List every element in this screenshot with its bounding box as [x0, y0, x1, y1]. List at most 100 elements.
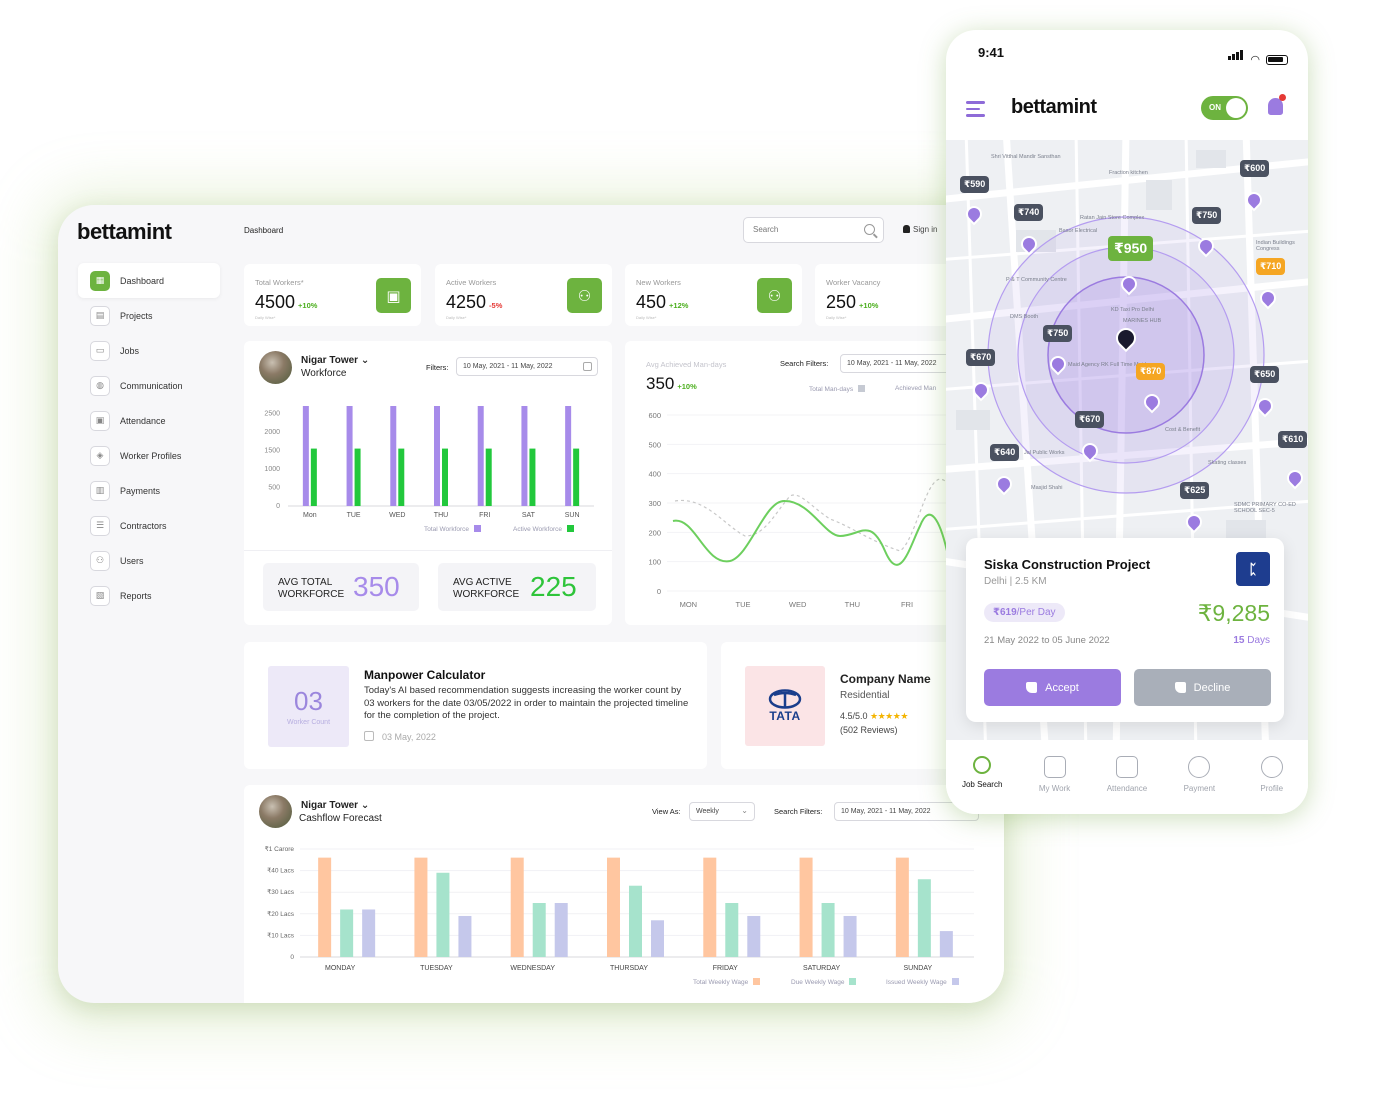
stat-label: Worker Vacancy [826, 278, 881, 287]
map-price-tag[interactable]: ₹740 [1014, 204, 1044, 221]
profile-icon [1260, 756, 1283, 778]
map-price-tag[interactable]: ₹625 [1180, 482, 1210, 499]
bar-2 [747, 915, 761, 957]
x-tick-label: WED [789, 600, 807, 609]
sidebar-item-attendance[interactable]: ▣ Attendance [78, 403, 220, 438]
job-date-range: 21 May 2022 to 05 June 2022 [984, 635, 1110, 646]
divider [244, 550, 612, 551]
map-price-tag[interactable]: ₹670 [1075, 411, 1105, 428]
project-selector[interactable]: Nigar Tower ⌄ [301, 800, 369, 811]
breadcrumb[interactable]: Dashboard [244, 226, 283, 235]
sidebar-item-dashboard[interactable]: ▦ Dashboard [78, 263, 220, 298]
avg-total-label: AVG TOTAL WORKFORCE [278, 577, 345, 600]
job-card[interactable]: Siska Construction Project Delhi | 2.5 K… [966, 538, 1284, 722]
bar-0 [414, 857, 428, 957]
chevron-down-icon: ⌄ [360, 800, 370, 811]
availability-toggle[interactable]: ON [1201, 96, 1248, 120]
sidebar-item-users[interactable]: ⚇ Users [78, 543, 220, 578]
view-as-select[interactable]: Weekly ⌄ [689, 802, 755, 821]
legend-issued-weekly-wage: Issued Weekly Wage [886, 978, 959, 986]
y-tick-label: 0 [657, 587, 661, 596]
project-selector[interactable]: Nigar Tower ⌄ [301, 355, 369, 366]
sidebar-item-reports[interactable]: ▧ Reports [78, 578, 220, 613]
company-type: Residential [840, 690, 890, 701]
sidebar-item-payments[interactable]: ▥ Payments [78, 473, 220, 508]
map-label: Cost & Benefit [1165, 427, 1201, 433]
bar-2 [939, 931, 953, 957]
sidebar-item-worker-profiles[interactable]: ◈ Worker Profiles [78, 438, 220, 473]
notification-bell-icon[interactable] [1268, 94, 1286, 115]
menu-icon[interactable] [966, 101, 985, 121]
map-price-tag[interactable]: ₹750 [1192, 207, 1222, 224]
job-total-amount: ₹9,285 [1197, 600, 1270, 626]
decline-button[interactable]: Decline [1134, 669, 1271, 706]
tab-payment[interactable]: Payment [1167, 756, 1231, 814]
sidebar-item-label: Dashboard [120, 275, 165, 286]
sidebar-item-communication[interactable]: ◍ Communication [78, 368, 220, 403]
calendar-icon [364, 731, 374, 741]
search-input[interactable]: Search [743, 217, 884, 243]
map-price-tag[interactable]: ₹640 [990, 444, 1020, 461]
map-price-tag[interactable]: ₹750 [1043, 325, 1073, 342]
stat-card-total-workers[interactable]: Total Workers* 4500 +10% Daily Wise* ▣ [244, 264, 421, 326]
y-tick-label: 300 [648, 499, 661, 508]
sidebar: ▦ Dashboard ▤ Projects ▭ Jobs ◍ Communicatio… [78, 263, 220, 613]
search-icon[interactable] [864, 224, 875, 235]
avg-total-workforce-card: AVG TOTAL WORKFORCE 350 [263, 563, 419, 611]
map-label: Jal Public Works [1024, 450, 1065, 456]
tab-profile[interactable]: Profile [1240, 756, 1304, 814]
map-price-tag-featured[interactable]: ₹950 [1108, 236, 1154, 261]
bar-1 [398, 448, 405, 506]
stat-card-active-workers[interactable]: Active Workers 4250 -5% Daily Wise* ⚇ [435, 264, 612, 326]
tab-attendance[interactable]: Attendance [1095, 756, 1159, 814]
bar-0 [434, 406, 440, 506]
map-label: Masjid Shahi [1031, 485, 1063, 491]
x-tick-label: MONDAY [325, 965, 356, 972]
map-price-tag[interactable]: ₹590 [960, 176, 990, 193]
clock-icon [1115, 756, 1138, 778]
signin-link[interactable]: Sign in [903, 225, 937, 234]
briefcase-icon: ▭ [90, 340, 110, 361]
map-price-tag[interactable]: ₹610 [1278, 431, 1308, 448]
stat-value: 250 +10% [826, 292, 879, 312]
x-tick-label: WEDNESDAY [510, 965, 555, 972]
y-tick-label: 200 [648, 528, 661, 537]
search-filter-label: Search Filters: [774, 807, 823, 816]
bar-2 [554, 903, 568, 957]
bar-0 [607, 857, 620, 957]
stat-label: Active Workers [446, 278, 497, 287]
y-tick-label: 500 [268, 484, 280, 491]
stat-change: +10% [298, 301, 318, 310]
sidebar-item-contractors[interactable]: ☰ Contractors [78, 508, 220, 543]
map-price-tag[interactable]: ₹650 [1250, 366, 1280, 383]
tab-job-search[interactable]: Job Search [950, 756, 1014, 814]
map-price-tag-highlighted[interactable]: ₹710 [1256, 258, 1286, 275]
battery-icon [1266, 55, 1288, 65]
date-range-picker[interactable]: 10 May, 2021 - 11 May, 2022 [456, 357, 598, 376]
calendar-icon: ▣ [90, 410, 110, 431]
sidebar-item-projects[interactable]: ▤ Projects [78, 298, 220, 333]
bottom-tab-bar: Job Search My Work Attendance Payment Pr… [946, 742, 1308, 814]
map-price-tag[interactable]: ₹670 [966, 349, 996, 366]
sidebar-item-jobs[interactable]: ▭ Jobs [78, 333, 220, 368]
x-tick-label: TUE [736, 600, 751, 609]
bar-0 [318, 857, 332, 957]
bar-1 [821, 903, 835, 957]
map-label: Shri Vitthal Mandir Sansthan [991, 154, 1061, 160]
stat-note: Daily Wise* [446, 315, 467, 320]
manpower-date: 03 May, 2022 [364, 731, 436, 742]
y-tick-label: 1500 [264, 447, 280, 454]
y-tick-label: ₹1 Carore [265, 846, 295, 853]
mandays-label: Avg Achieved Man-days [646, 360, 727, 369]
panel-subtitle: Cashflow Forecast [299, 813, 382, 824]
x-tick-label: WED [389, 512, 405, 519]
map-price-tag-highlighted[interactable]: ₹870 [1136, 363, 1166, 380]
map-price-tag[interactable]: ₹600 [1240, 160, 1270, 177]
tab-my-work[interactable]: My Work [1023, 756, 1087, 814]
x-tick-label: FRI [901, 600, 913, 609]
map-label: Indian Buildings Congress [1256, 240, 1295, 252]
accept-button[interactable]: Accept [984, 669, 1121, 706]
y-tick-label: 0 [276, 503, 280, 510]
stat-card-new-workers[interactable]: New Workers 450 +12% Daily Wise* ⚇ [625, 264, 802, 326]
stat-label: Total Workers* [255, 278, 304, 287]
